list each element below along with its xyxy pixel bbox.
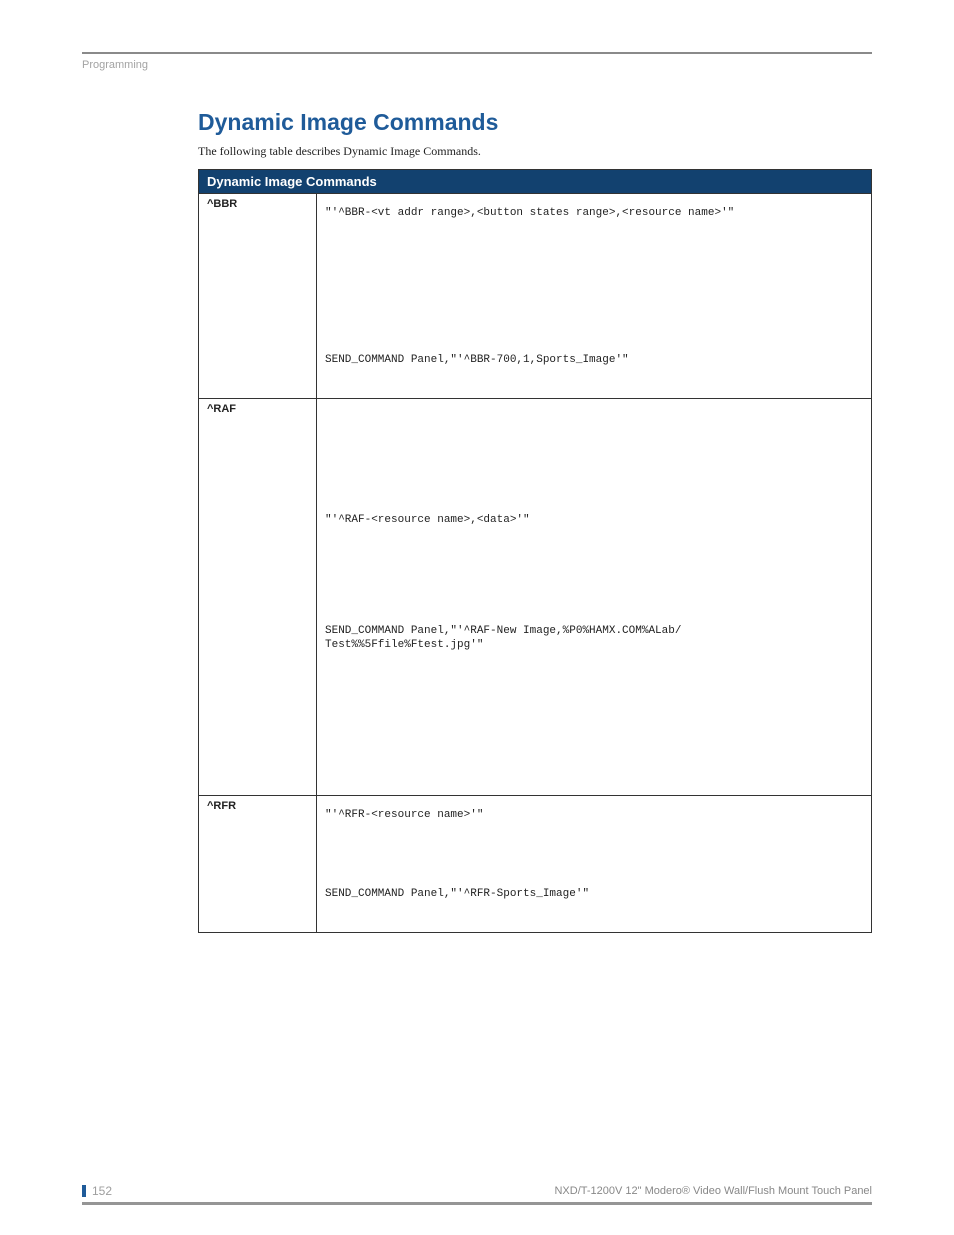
cmd-name: ^BBR [199,194,317,399]
example-code-line1: SEND_COMMAND Panel,"'^RAF-New Image,%P0%… [325,624,863,639]
footer-doc-title: NXD/T-1200V 12" Modero® Video Wall/Flush… [554,1185,872,1197]
syntax-code: "'^RAF-<resource name>,<data>'" [325,513,863,528]
table-title: Dynamic Image Commands [199,170,872,194]
table-header-row: Dynamic Image Commands [199,170,872,194]
section-label: Programming [82,59,872,71]
page-footer: 152 NXD/T-1200V 12" Modero® Video Wall/F… [82,1185,872,1205]
page-heading: Dynamic Image Commands [198,109,872,136]
cmd-body: "'^BBR-<vt addr range>,<button states ra… [317,194,872,399]
example-code: SEND_COMMAND Panel,"'^BBR-700,1,Sports_I… [325,353,863,368]
syntax-code: "'^BBR-<vt addr range>,<button states ra… [325,206,863,221]
table-row: ^BBR "'^BBR-<vt addr range>,<button stat… [199,194,872,399]
cmd-body: "'^RAF-<resource name>,<data>'" SEND_COM… [317,398,872,796]
cmd-name: ^RAF [199,398,317,796]
syntax-code: "'^RFR-<resource name>'" [325,808,863,823]
table-row: ^RFR "'^RFR-<resource name>'" SEND_COMMA… [199,796,872,933]
cmd-body: "'^RFR-<resource name>'" SEND_COMMAND Pa… [317,796,872,933]
page-container: Programming Dynamic Image Commands The f… [0,0,954,1235]
example-code: SEND_COMMAND Panel,"'^RFR-Sports_Image'" [325,887,863,902]
intro-text: The following table describes Dynamic Im… [198,144,872,159]
top-rule: Programming [82,52,872,71]
cmd-name: ^RFR [199,796,317,933]
table-row: ^RAF "'^RAF-<resource name>,<data>'" SEN… [199,398,872,796]
page-number: 152 [82,1185,112,1197]
content-area: Dynamic Image Commands The following tab… [198,109,872,933]
commands-table: Dynamic Image Commands ^BBR "'^BBR-<vt a… [198,169,872,933]
example-code-line2: Test%%5Ffile%Ftest.jpg'" [325,638,863,653]
